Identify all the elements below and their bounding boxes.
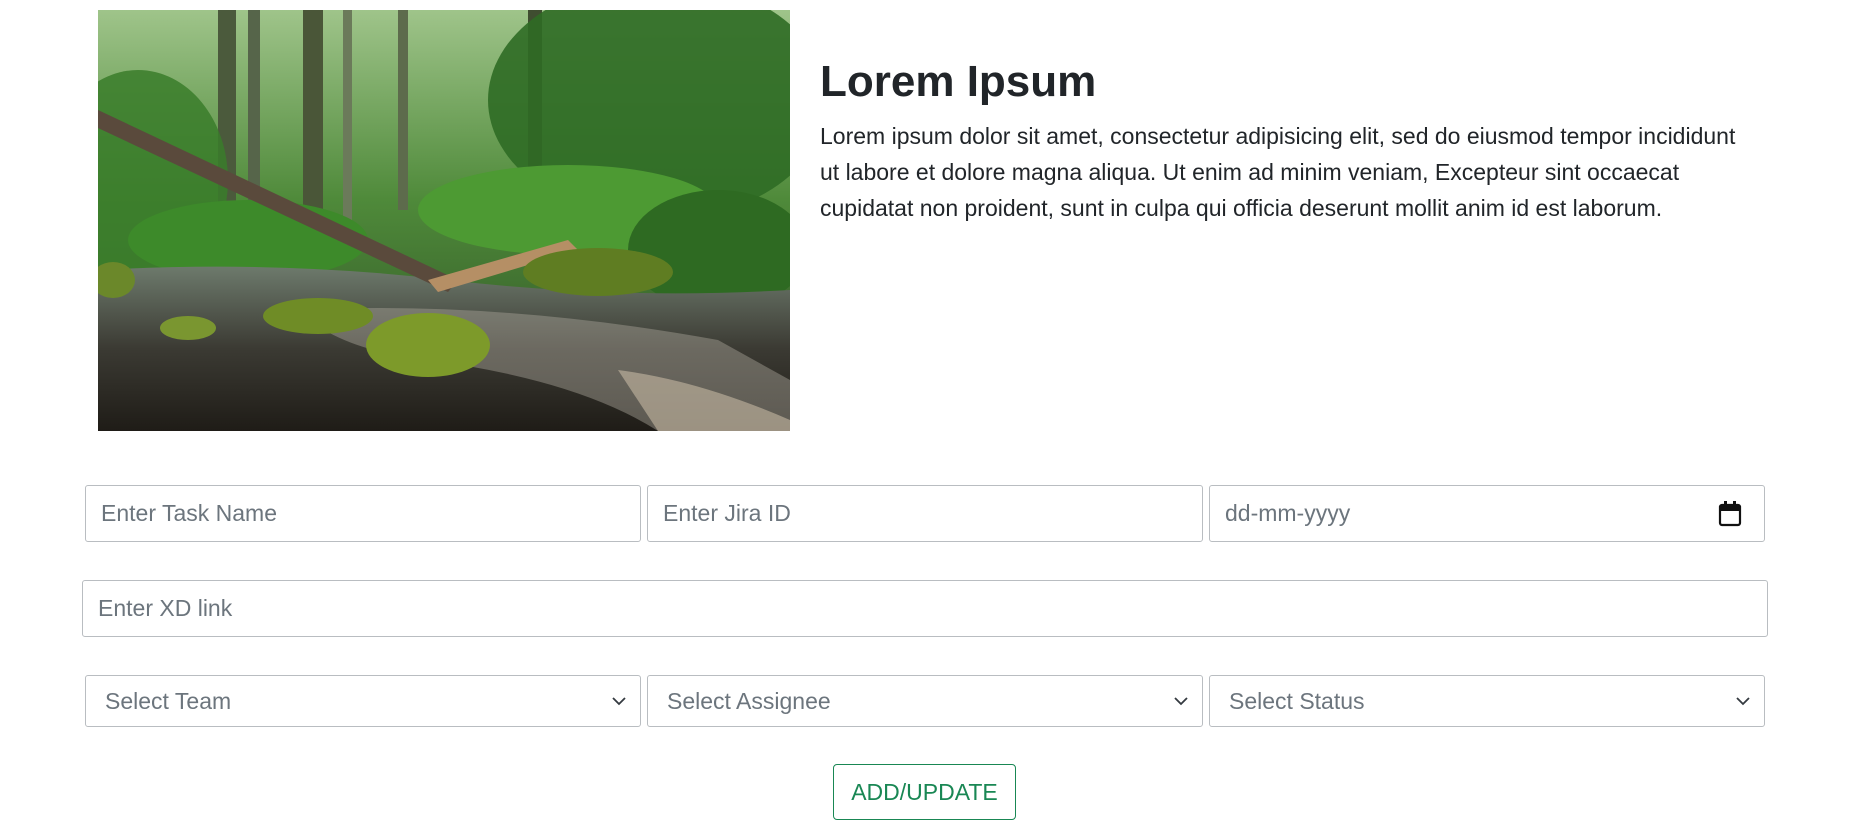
xd-link-input[interactable]: Enter XD link bbox=[82, 580, 1768, 637]
date-input[interactable]: dd-mm-yyyy bbox=[1209, 485, 1765, 542]
team-select[interactable]: Select Team bbox=[85, 675, 641, 727]
date-placeholder: dd-mm-yyyy bbox=[1225, 500, 1351, 526]
jira-id-placeholder: Enter Jira ID bbox=[663, 500, 791, 526]
status-select-value: Select Status bbox=[1229, 687, 1365, 714]
xd-link-placeholder: Enter XD link bbox=[98, 595, 233, 621]
calendar-icon[interactable] bbox=[1718, 500, 1742, 527]
chevron-down-icon bbox=[612, 697, 626, 706]
jira-id-input[interactable]: Enter Jira ID bbox=[647, 485, 1203, 542]
add-update-button[interactable]: ADD/UPDATE bbox=[833, 764, 1016, 820]
task-name-input[interactable]: Enter Task Name bbox=[85, 485, 641, 542]
forest-stream-photo bbox=[98, 10, 790, 431]
assignee-select-value: Select Assignee bbox=[667, 687, 831, 714]
team-select-value: Select Team bbox=[105, 687, 232, 714]
task-name-placeholder: Enter Task Name bbox=[101, 500, 277, 526]
status-select[interactable]: Select Status bbox=[1209, 675, 1765, 727]
chevron-down-icon bbox=[1174, 697, 1188, 706]
chevron-down-icon bbox=[1736, 697, 1750, 706]
hero-description: Lorem ipsum dolor sit amet, consectetur … bbox=[820, 123, 1736, 221]
assignee-select[interactable]: Select Assignee bbox=[647, 675, 1203, 727]
hero-content: Lorem Ipsum Lorem ipsum dolor sit amet, … bbox=[820, 52, 1750, 226]
hero-title: Lorem Ipsum bbox=[820, 57, 1097, 106]
